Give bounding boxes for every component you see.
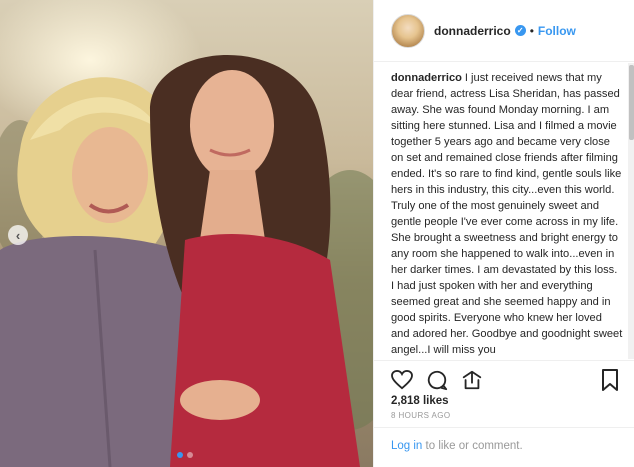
post-sidebar: donnaderrico ✓ • Follow donnaderrico I ju… — [373, 0, 634, 467]
verified-badge-icon: ✓ — [514, 25, 526, 36]
heart-icon[interactable] — [391, 369, 413, 391]
caption-container[interactable]: donnaderrico I just received news that my… — [374, 63, 628, 359]
share-icon[interactable] — [461, 369, 483, 391]
username-link[interactable]: donnaderrico — [434, 24, 511, 38]
carousel-dot-1 — [177, 452, 183, 458]
caption: donnaderrico I just received news that my… — [391, 70, 623, 358]
follow-button[interactable]: Follow — [538, 24, 576, 38]
post-timestamp[interactable]: 8 HOURS AGO — [391, 411, 451, 420]
action-bar — [374, 360, 634, 392]
caption-text: I just received news that my dear friend… — [391, 72, 623, 356]
carousel-prev-button[interactable]: ‹ — [8, 225, 28, 245]
caption-scrollbar[interactable] — [628, 63, 634, 359]
comment-icon[interactable] — [426, 369, 448, 391]
avatar[interactable] — [391, 13, 425, 48]
post-photo[interactable]: ‹ — [0, 0, 373, 467]
comment-bar: Log in to like or comment. — [374, 427, 634, 467]
carousel-dot-2 — [187, 452, 193, 458]
comment-prompt: to like or comment. — [422, 440, 523, 452]
scrollbar-thumb[interactable] — [629, 65, 634, 140]
photo-illustration — [0, 55, 373, 467]
caption-author[interactable]: donnaderrico — [391, 72, 462, 84]
likes-count[interactable]: 2,818 likes — [391, 395, 449, 407]
bookmark-icon[interactable] — [599, 368, 621, 391]
carousel-indicator — [177, 452, 193, 458]
header-separator: • — [529, 23, 534, 38]
chevron-left-icon: ‹ — [15, 227, 21, 243]
login-link[interactable]: Log in — [391, 440, 422, 452]
post-header: donnaderrico ✓ • Follow — [374, 0, 634, 62]
